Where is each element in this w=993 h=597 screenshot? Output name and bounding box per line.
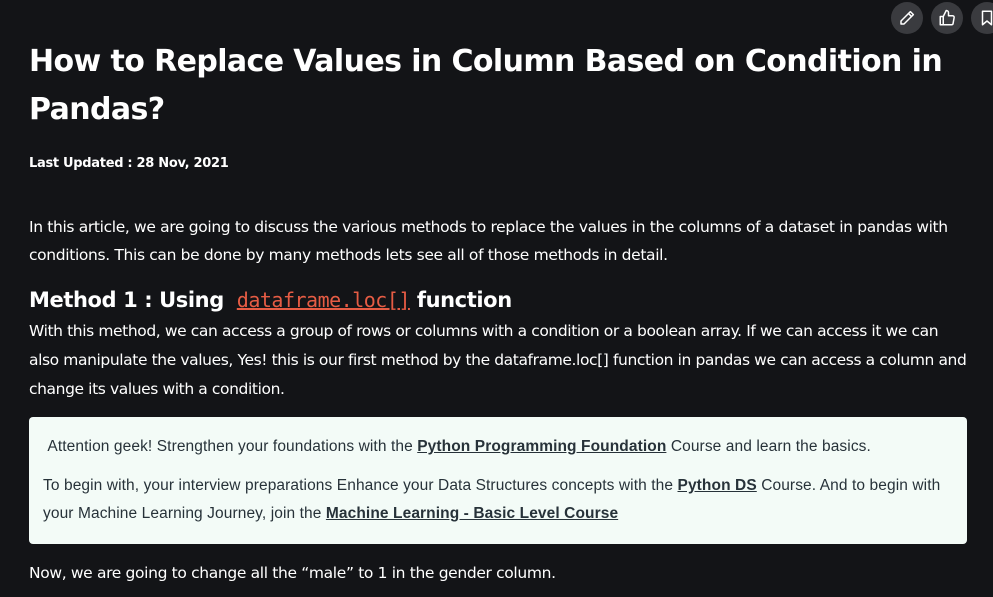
callout-text: To begin with, your interview preparatio… bbox=[43, 477, 674, 494]
bookmark-button[interactable] bbox=[971, 2, 993, 34]
dataframe-loc-link[interactable]: dataframe.loc[] bbox=[237, 288, 411, 312]
callout-text: Attention geek! Strengthen your foundati… bbox=[47, 438, 413, 455]
python-foundation-link[interactable]: Python Programming Foundation bbox=[417, 438, 666, 455]
like-button[interactable] bbox=[931, 2, 963, 34]
callout-text: Course and learn the basics. bbox=[670, 438, 871, 455]
thumbs-up-icon bbox=[939, 9, 955, 26]
callout-line-2: To begin with, your interview preparatio… bbox=[43, 472, 953, 528]
method-heading-prefix: Method 1 : Using bbox=[29, 288, 224, 312]
article-title: How to Replace Values in Column Based on… bbox=[29, 44, 943, 127]
edit-button[interactable] bbox=[891, 2, 923, 34]
last-updated: Last Updated : 28 Nov, 2021 bbox=[29, 156, 229, 171]
article-content: How to Replace Values in Column Based on… bbox=[29, 38, 969, 587]
python-ds-link[interactable]: Python DS bbox=[678, 477, 757, 494]
method-1-paragraph: With this method, we can access a group … bbox=[29, 322, 967, 398]
pencil-icon bbox=[900, 10, 915, 25]
bookmark-icon bbox=[981, 10, 993, 26]
method-heading-suffix: function bbox=[416, 288, 512, 312]
intro-paragraph: In this article, we are going to discuss… bbox=[29, 218, 948, 264]
machine-learning-link[interactable]: Machine Learning - Basic Level Course bbox=[326, 505, 618, 522]
closing-paragraph: Now, we are going to change all the “mal… bbox=[29, 564, 556, 582]
callout-line-1: Attention geek! Strengthen your foundati… bbox=[43, 433, 953, 461]
article-actions bbox=[891, 2, 993, 34]
method-1-heading: Method 1 : Using dataframe.loc[] functio… bbox=[29, 283, 969, 317]
course-callout: Attention geek! Strengthen your foundati… bbox=[29, 417, 967, 544]
article-page: How to Replace Values in Column Based on… bbox=[0, 0, 993, 597]
